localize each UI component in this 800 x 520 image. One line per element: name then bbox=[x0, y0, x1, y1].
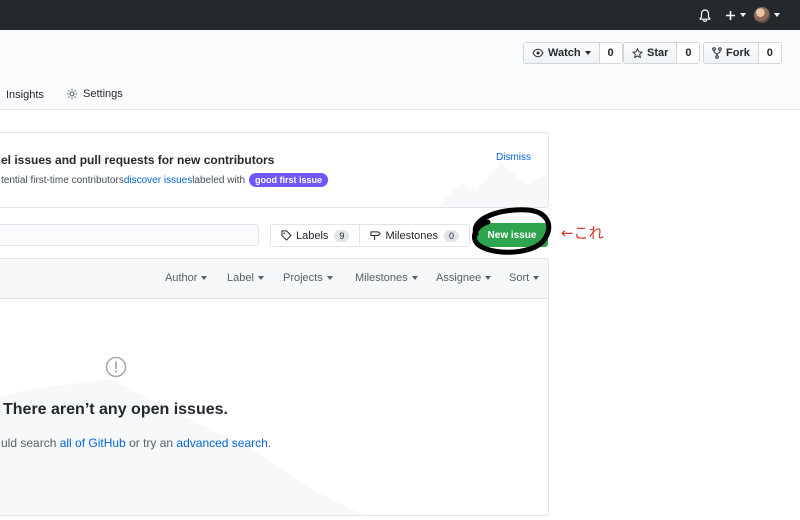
filter-author[interactable]: Author bbox=[165, 272, 208, 284]
gear-icon bbox=[66, 88, 78, 100]
chevron-down-icon bbox=[485, 276, 492, 280]
annotation-text: ←これ bbox=[561, 224, 604, 242]
labels-count: 9 bbox=[334, 229, 350, 242]
star-button[interactable]: Star bbox=[624, 43, 678, 63]
discover-issues-link[interactable]: discover issues bbox=[124, 175, 192, 186]
empty-desc-suffix: . bbox=[267, 436, 272, 450]
filter-milestones-label: Milestones bbox=[355, 272, 408, 284]
panel-desc-suffix: labeled with bbox=[192, 174, 245, 186]
empty-state-title: There aren’t any open issues. bbox=[3, 401, 228, 418]
chevron-down-icon bbox=[201, 276, 208, 280]
issues-list-header: Author Label Projects Milestones Assigne… bbox=[0, 259, 548, 299]
tab-settings-label: Settings bbox=[83, 88, 123, 100]
star-icon bbox=[632, 47, 643, 58]
labels-label: Labels bbox=[296, 229, 329, 242]
labels-milestones-group: Labels 9 Milestones 0 bbox=[270, 224, 471, 247]
repo-header: Watch 0 Star 0 Fork 0 Insights Settings bbox=[0, 30, 800, 110]
all-of-github-link[interactable]: all of GitHub bbox=[60, 436, 126, 450]
watch-button-group: Watch 0 bbox=[523, 42, 623, 64]
fork-button[interactable]: Fork bbox=[704, 43, 759, 63]
empty-desc-prefix: uld search bbox=[1, 436, 60, 450]
filter-projects-label: Projects bbox=[283, 272, 323, 284]
mountain-illustration bbox=[437, 163, 548, 207]
empty-state-description: uld search all of GitHub or try an advan… bbox=[1, 436, 271, 450]
bell-icon[interactable] bbox=[699, 0, 711, 30]
star-button-group: Star 0 bbox=[623, 42, 701, 64]
filter-author-label: Author bbox=[165, 272, 198, 284]
avatar bbox=[754, 7, 770, 23]
tag-icon bbox=[281, 230, 292, 241]
tab-settings[interactable]: Settings bbox=[66, 88, 123, 100]
filter-sort[interactable]: Sort bbox=[509, 272, 540, 284]
star-label: Star bbox=[647, 47, 669, 59]
filter-sort-label: Sort bbox=[509, 272, 530, 284]
issue-opened-icon bbox=[105, 356, 127, 378]
chevron-down-icon bbox=[584, 51, 591, 55]
panel-desc-prefix: tential first-time contributors bbox=[1, 174, 124, 186]
tab-insights-label: Insights bbox=[6, 89, 44, 101]
milestones-count: 0 bbox=[444, 229, 460, 242]
filter-projects[interactable]: Projects bbox=[283, 272, 333, 284]
filter-milestones[interactable]: Milestones bbox=[355, 272, 418, 284]
annotation-circle bbox=[471, 207, 552, 255]
user-menu[interactable] bbox=[754, 0, 780, 30]
watch-count[interactable]: 0 bbox=[599, 43, 622, 63]
create-new-menu[interactable] bbox=[725, 0, 746, 30]
fork-label: Fork bbox=[726, 47, 750, 59]
filter-label-label: Label bbox=[227, 272, 254, 284]
panel-title: el issues and pull requests for new cont… bbox=[1, 153, 275, 167]
filter-assignee[interactable]: Assignee bbox=[436, 272, 492, 284]
issue-search-input[interactable] bbox=[0, 224, 259, 246]
contributors-panel: el issues and pull requests for new cont… bbox=[0, 132, 549, 208]
watch-label: Watch bbox=[548, 47, 581, 59]
issues-list: Author Label Projects Milestones Assigne… bbox=[0, 258, 549, 516]
fork-count[interactable]: 0 bbox=[758, 43, 781, 63]
milestones-label: Milestones bbox=[385, 229, 439, 242]
star-count[interactable]: 0 bbox=[677, 43, 700, 63]
good-first-issue-badge[interactable]: good first issue bbox=[249, 173, 329, 187]
chevron-down-icon bbox=[326, 276, 333, 280]
labels-button[interactable]: Labels 9 bbox=[271, 225, 359, 246]
global-header bbox=[0, 0, 800, 30]
advanced-search-link[interactable]: advanced search bbox=[176, 436, 267, 450]
eye-icon bbox=[532, 48, 544, 58]
filter-label[interactable]: Label bbox=[227, 272, 264, 284]
tab-insights[interactable]: Insights bbox=[6, 89, 44, 101]
fork-icon bbox=[712, 47, 722, 59]
plus-icon bbox=[726, 10, 735, 20]
watch-button[interactable]: Watch bbox=[524, 43, 600, 63]
fork-button-group: Fork 0 bbox=[703, 42, 782, 64]
milestone-icon bbox=[370, 231, 382, 241]
chevron-down-icon bbox=[411, 276, 418, 280]
filter-assignee-label: Assignee bbox=[436, 272, 482, 284]
panel-description: tential first-time contributors discover… bbox=[1, 173, 329, 187]
milestones-button[interactable]: Milestones 0 bbox=[359, 225, 469, 246]
dismiss-link[interactable]: Dismiss bbox=[496, 152, 531, 163]
chevron-down-icon bbox=[257, 276, 264, 280]
chevron-down-icon bbox=[774, 13, 780, 17]
chevron-down-icon bbox=[533, 276, 540, 280]
empty-desc-middle: or try an bbox=[125, 436, 177, 450]
chevron-down-icon bbox=[740, 13, 746, 17]
